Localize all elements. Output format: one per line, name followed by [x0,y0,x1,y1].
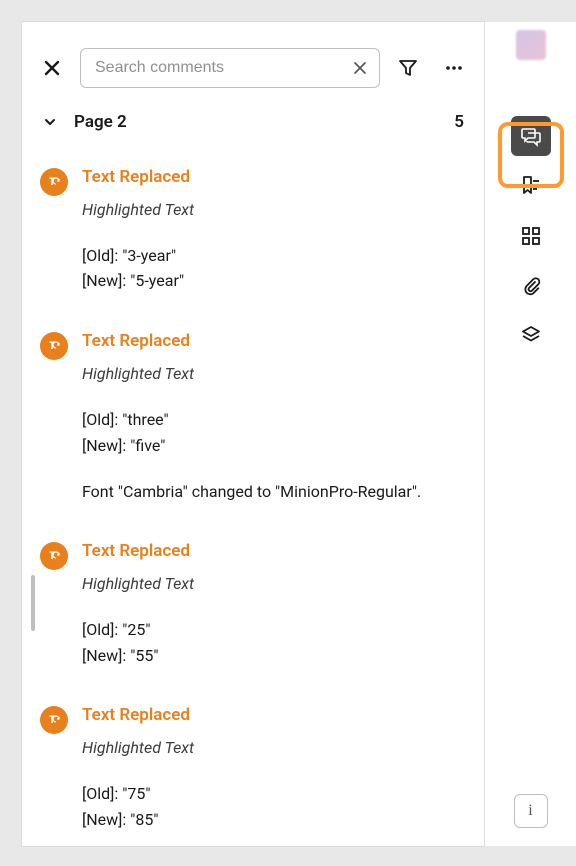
bookmark-icon [520,175,542,197]
more-options-button[interactable] [436,50,472,86]
comment-new: [New]: "85" [82,807,464,833]
close-icon [44,60,60,76]
close-button[interactable] [34,50,70,86]
comment-new: [New]: "five" [82,433,464,459]
comment-old: [Old]: "25" [82,617,464,643]
rail-attachments-button[interactable] [511,266,551,306]
layers-icon [520,325,542,347]
comment-subtitle: Highlighted Text [82,200,464,221]
comments-panel: Page 2 5 T Text Replaced Highlighted Tex… [22,22,484,846]
comment-detail: [Old]: "3-year" [New]: "5-year" [82,243,464,294]
comment-item[interactable]: T Text Replaced Highlighted Text [Old]: … [22,522,484,686]
search-clear-button[interactable] [346,54,374,82]
side-rail: i [484,22,576,846]
comment-body: Text Replaced Highlighted Text [Old]: "t… [82,330,464,504]
comment-title: Text Replaced [82,330,464,352]
page-section-header[interactable]: Page 2 5 [22,98,484,148]
comment-extra: Font "Cambria" changed to "MinionPro-Reg… [82,480,464,504]
comment-old: [Old]: "three" [82,407,464,433]
text-replaced-icon: T [40,332,68,360]
comment-old: [Old]: "75" [82,781,464,807]
comment-body: Text Replaced Highlighted Text [Old]: "3… [82,166,464,294]
comment-list: T Text Replaced Highlighted Text [Old]: … [22,148,484,846]
comment-subtitle: Highlighted Text [82,574,464,595]
comment-item[interactable]: T Text Replaced Highlighted Text [Old]: … [22,312,484,522]
comment-body: Text Replaced Highlighted Text [Old]: "7… [82,704,464,832]
comment-old: [Old]: "3-year" [82,243,464,269]
rail-comments-button[interactable] [511,116,551,156]
rail-bookmarks-button[interactable] [511,166,551,206]
comment-new: [New]: "5-year" [82,268,464,294]
attachment-icon [521,276,541,296]
comments-icon [520,125,542,147]
rail-layers-button[interactable] [511,316,551,356]
filter-icon [398,58,418,78]
clear-icon [354,62,366,74]
text-replaced-icon: T [40,168,68,196]
text-replaced-icon: T [40,706,68,734]
comment-item[interactable]: T Text Replaced Highlighted Text [Old]: … [22,148,484,312]
more-icon [444,58,464,78]
page-title: Page 2 [74,112,127,132]
comment-title: Text Replaced [82,704,464,726]
scrollbar-thumb[interactable] [31,575,35,631]
avatar[interactable] [516,30,546,60]
chevron-down-icon [43,115,57,129]
comment-title: Text Replaced [82,166,464,188]
comment-detail: [Old]: "three" [New]: "five" [82,407,464,458]
comment-subtitle: Highlighted Text [82,738,464,759]
page-count: 5 [454,112,464,132]
comment-title: Text Replaced [82,540,464,562]
comment-detail: [Old]: "75" [New]: "85" [82,781,464,832]
comments-header [22,22,484,98]
search-input[interactable] [80,48,380,88]
comment-detail: [Old]: "25" [New]: "55" [82,617,464,668]
comment-item[interactable]: T Text Replaced Highlighted Text [Old]: … [22,686,484,846]
search-wrap [80,48,380,88]
text-replaced-icon: T [40,542,68,570]
grid-icon [521,226,541,246]
info-button[interactable]: i [514,794,548,828]
rail-thumbnails-button[interactable] [511,216,551,256]
filter-button[interactable] [390,50,426,86]
comment-subtitle: Highlighted Text [82,364,464,385]
comment-new: [New]: "55" [82,643,464,669]
page-toggle[interactable] [36,115,64,129]
comment-body: Text Replaced Highlighted Text [Old]: "2… [82,540,464,668]
